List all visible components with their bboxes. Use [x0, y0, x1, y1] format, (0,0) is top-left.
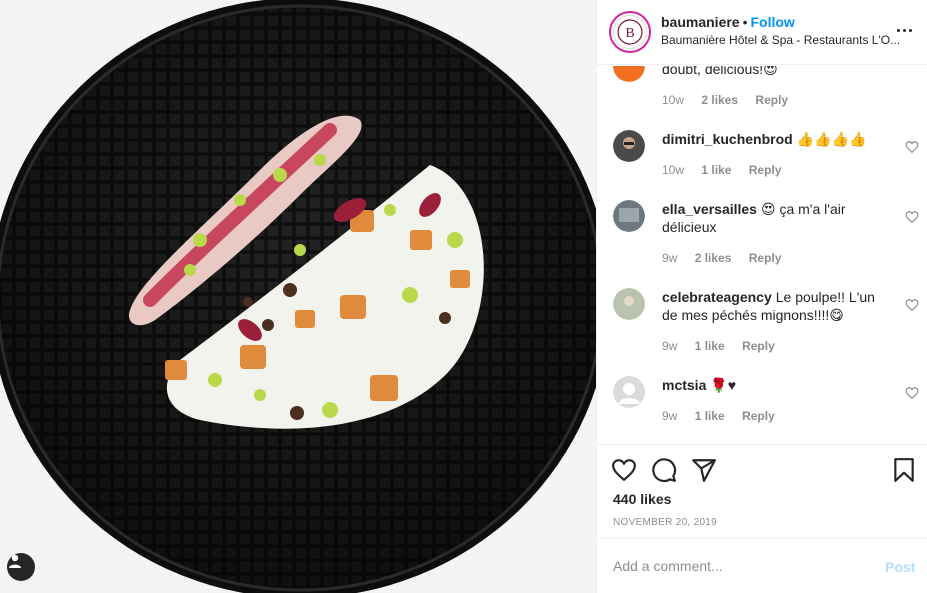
person-icon [9, 554, 21, 568]
comment-meta: 10w 1 like Reply [662, 163, 795, 177]
add-comment-bar: Post [597, 538, 927, 593]
comment-likes[interactable]: 2 likes [695, 251, 732, 265]
user-tag-icon[interactable] [7, 553, 35, 581]
like-heart-icon[interactable] [905, 140, 919, 154]
avatar[interactable] [613, 376, 645, 408]
comment-text-block: mctsia 🌹♥ [662, 376, 887, 394]
comment-username[interactable]: ella_versailles [662, 201, 757, 217]
comment-time[interactable]: 9w [662, 409, 677, 423]
avatar[interactable] [613, 66, 645, 82]
comment-time[interactable]: 9w [662, 339, 677, 353]
post-sidebar: B baumaniere • Follow Baumanière Hôtel & S… [596, 0, 927, 593]
comment-meta: 9w 1 like Reply [662, 339, 789, 353]
avatar[interactable] [613, 130, 645, 162]
brand-logo-avatar: B [613, 15, 647, 49]
more-options-button[interactable] [897, 22, 917, 38]
like-heart-icon[interactable] [905, 386, 919, 400]
comment-input[interactable] [613, 556, 863, 576]
commenter-avatar-icon [613, 200, 645, 232]
baumaniere-logo-icon: B [617, 19, 643, 45]
post-date[interactable]: NOVEMBER 20, 2019 [613, 517, 717, 528]
comment-username[interactable]: mctsia [662, 377, 706, 393]
comment-meta: 10w 2 likes Reply [662, 93, 802, 107]
commenter-avatar-icon [613, 288, 645, 320]
header-username[interactable]: baumaniere [661, 14, 740, 30]
comment-text: doubt, delicious!😍 [662, 66, 778, 77]
comment-time[interactable]: 10w [662, 93, 684, 107]
post-button[interactable]: Post [885, 559, 915, 575]
share-icon[interactable] [691, 457, 717, 483]
commenter-avatar-icon [613, 130, 645, 162]
ellipsis-dot-icon [897, 28, 900, 32]
svg-text:B: B [625, 26, 634, 41]
follow-button[interactable]: Follow [751, 14, 795, 30]
comment-text-block: dimitri_kuchenbrod 👍👍👍👍 [662, 130, 887, 148]
avatar[interactable] [613, 200, 645, 232]
ellipsis-dot-icon [909, 28, 912, 32]
comment-icon[interactable] [651, 457, 677, 483]
avatar[interactable] [613, 288, 645, 320]
reply-button[interactable]: Reply [742, 409, 775, 423]
post-actions: 440 likes NOVEMBER 20, 2019 [597, 444, 927, 538]
like-count[interactable]: 440 likes [613, 491, 671, 507]
avatar[interactable]: B [609, 11, 651, 53]
post-photo[interactable] [0, 0, 596, 593]
reply-button[interactable]: Reply [749, 163, 782, 177]
comment-text: 🌹♥ [710, 377, 737, 393]
header-separator: • [742, 14, 748, 30]
reply-button[interactable]: Reply [755, 93, 788, 107]
plated-dish-image [0, 0, 596, 593]
post-header: B baumaniere • Follow Baumanière Hôtel & S… [597, 0, 927, 65]
location-link[interactable]: Baumanière Hôtel & Spa - Restaurants L'O… [661, 33, 911, 47]
comment-username[interactable]: dimitri_kuchenbrod [662, 131, 793, 147]
comment-time[interactable]: 10w [662, 163, 684, 177]
like-heart-icon[interactable] [905, 298, 919, 312]
comment-text-block: celebrateagency Le poulpe!! L'un de mes p… [662, 288, 887, 324]
comment-meta: 9w 2 likes Reply [662, 251, 795, 265]
comment-username[interactable]: celebrateagency [662, 289, 772, 305]
comment-text-block: doubt, delicious!😍 [662, 66, 887, 78]
default-avatar-icon [613, 376, 645, 408]
comments-list[interactable]: doubt, delicious!😍 10w 2 likes Reply dim… [597, 66, 927, 444]
comment-text-block: ella_versailles 😍 ça m'a l'air délicieux [662, 200, 887, 236]
comment-likes[interactable]: 1 like [695, 409, 725, 423]
reply-button[interactable]: Reply [742, 339, 775, 353]
comment-text: 👍👍👍👍 [796, 131, 867, 147]
comment-likes[interactable]: 1 like [701, 163, 731, 177]
commenter-avatar-icon [613, 66, 645, 82]
comment-likes[interactable]: 2 likes [701, 93, 738, 107]
like-heart-icon[interactable] [905, 210, 919, 224]
heart-icon[interactable] [611, 457, 637, 483]
bookmark-icon[interactable] [891, 457, 917, 483]
reply-button[interactable]: Reply [749, 251, 782, 265]
comment-meta: 9w 1 like Reply [662, 409, 789, 423]
comment-likes[interactable]: 1 like [695, 339, 725, 353]
ellipsis-dot-icon [903, 28, 906, 32]
comment-time[interactable]: 9w [662, 251, 677, 265]
